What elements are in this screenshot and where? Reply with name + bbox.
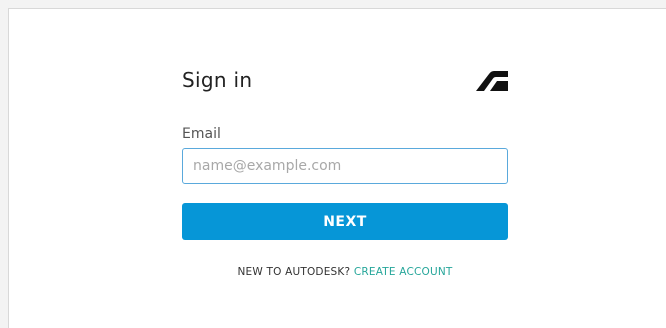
- next-button[interactable]: NEXT: [182, 203, 508, 240]
- email-label: Email: [182, 126, 221, 142]
- create-account-link[interactable]: CREATE ACCOUNT: [354, 266, 453, 278]
- page-title: Sign in: [182, 68, 253, 92]
- create-account-row: NEW TO AUTODESK? CREATE ACCOUNT: [182, 265, 508, 279]
- autodesk-logo-icon: [476, 71, 508, 91]
- signin-panel: Sign in Email NEXT NEW TO AUTODESK? CREA…: [8, 8, 666, 328]
- email-field[interactable]: [182, 148, 508, 184]
- new-user-text: NEW TO AUTODESK?: [237, 266, 351, 278]
